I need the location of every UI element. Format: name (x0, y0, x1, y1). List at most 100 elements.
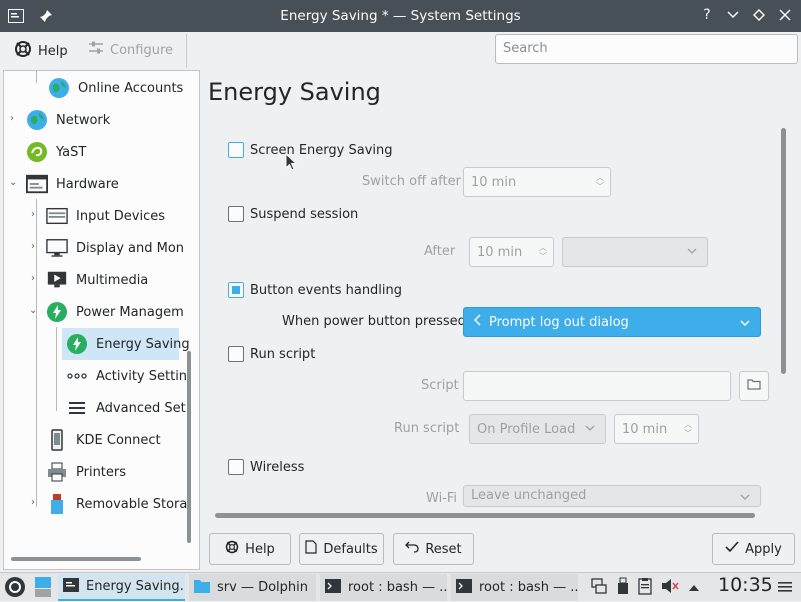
checkbox[interactable] (228, 282, 244, 298)
spin-arrows-icon[interactable]: ︿ ﹀ (539, 243, 547, 261)
checkbox-label: Wireless (250, 459, 305, 475)
after-spinbox[interactable]: 10 min ︿ ﹀ (469, 237, 554, 267)
chevron-right-icon[interactable]: › (31, 209, 35, 220)
lifebuoy-icon (225, 540, 239, 558)
sidebar-vertical-scrollbar[interactable] (187, 351, 191, 543)
suspend-session-checkbox[interactable]: Suspend session (228, 206, 358, 222)
reset-button[interactable]: Reset (393, 533, 474, 565)
sidebar-item-printers[interactable]: Printers (46, 456, 198, 488)
defaults-button[interactable]: Defaults (299, 533, 384, 565)
checkbox[interactable] (228, 142, 244, 158)
configure-button[interactable]: Configure (88, 40, 173, 60)
window-titlebar[interactable]: Energy Saving * — System Settings ? (0, 0, 801, 32)
sidebar-item-hardware[interactable]: Hardware (26, 168, 198, 200)
checkbox[interactable] (228, 206, 244, 222)
button-label: Help (245, 541, 275, 557)
checkbox-label: Run script (250, 346, 316, 362)
sidebar-item-network[interactable]: Network (26, 104, 198, 136)
wireless-checkbox[interactable]: Wireless (228, 459, 304, 475)
dots-icon (66, 365, 88, 387)
task-dolphin[interactable]: srv — Dolphin (189, 574, 316, 601)
sidebar-item-removable-storage[interactable]: Removable Stora (46, 488, 198, 520)
power-button-label: When power button pressed (282, 314, 466, 329)
minimize-icon[interactable] (723, 5, 743, 25)
combo-value: Prompt log out dialog (489, 314, 629, 330)
search-input[interactable]: Search (495, 34, 798, 64)
task-energy-saving[interactable]: Energy Saving... (58, 574, 185, 601)
chevron-down-icon (687, 246, 697, 257)
apply-button[interactable]: Apply (712, 533, 795, 565)
task-bash-2[interactable]: root : bash — ... (451, 574, 578, 601)
folder-icon (747, 378, 761, 394)
volume-muted-icon[interactable] (661, 577, 679, 599)
run-script-checkbox[interactable]: Run script (228, 346, 315, 362)
sidebar-item-multimedia[interactable]: Multimedia (46, 264, 198, 296)
help-button[interactable]: Help (14, 40, 68, 62)
help-icon[interactable]: ? (697, 5, 717, 25)
sidebar-item-label: YaST (56, 144, 87, 160)
spin-arrows-icon[interactable]: ︿ ﹀ (684, 420, 692, 438)
chevron-right-icon[interactable]: › (31, 497, 35, 508)
clock[interactable]: 10:35 (718, 574, 773, 596)
multimedia-icon (46, 269, 68, 291)
spin-arrows-icon[interactable]: ︿ ﹀ (596, 173, 604, 191)
chevron-right-icon[interactable]: › (31, 273, 35, 284)
sidebar-horizontal-scrollbar[interactable] (11, 557, 141, 561)
content-vertical-scrollbar[interactable] (781, 128, 786, 374)
maximize-icon[interactable] (749, 5, 769, 25)
suspend-type-combo[interactable] (562, 237, 708, 267)
wifi-label: Wi-Fi (426, 491, 458, 506)
tree-line (56, 327, 57, 411)
usb-icon (46, 493, 68, 515)
sidebar-item-label: Advanced Set (96, 400, 186, 416)
clipboard-icon[interactable] (638, 577, 652, 599)
button-events-checkbox[interactable]: Button events handling (228, 282, 402, 298)
sidebar-item-online-accounts[interactable]: Online Accounts (48, 72, 198, 104)
sidebar-item-display[interactable]: Display and Mon (46, 232, 198, 264)
hamburger-menu-icon[interactable] (778, 581, 792, 597)
sidebar-item-power-management[interactable]: Power Managem (46, 296, 198, 328)
spinbox-value: 10 min (622, 421, 668, 437)
desktop-pager-icon[interactable] (33, 576, 53, 602)
sidebar-item-yast[interactable]: YaST (26, 136, 198, 168)
phone-icon (46, 429, 68, 451)
tree-line (36, 71, 37, 83)
app-launcher-icon[interactable] (4, 576, 26, 602)
checkbox[interactable] (228, 346, 244, 362)
browse-script-button[interactable] (739, 371, 769, 401)
tray-expand-icon[interactable] (688, 581, 700, 596)
chevron-down-icon[interactable]: ⌄ (9, 177, 17, 188)
chevron-down-icon[interactable]: ⌄ (29, 305, 37, 316)
sidebar-item-input-devices[interactable]: Input Devices (46, 200, 198, 232)
script-path-input[interactable] (463, 371, 731, 401)
chevron-right-icon[interactable]: › (10, 113, 14, 124)
sidebar-item-advanced-settings[interactable]: Advanced Set (66, 392, 198, 424)
menu-icon (66, 397, 88, 419)
chevron-right-icon[interactable]: › (31, 241, 35, 252)
terminal-icon (455, 578, 473, 598)
network-icon[interactable] (590, 577, 608, 599)
checkbox-label: Button events handling (250, 282, 403, 298)
help-footer-button[interactable]: Help (209, 533, 291, 565)
checkmark-icon (725, 541, 739, 557)
sidebar-item-activity-settings[interactable]: Activity Settin (66, 360, 198, 392)
sidebar-item-label: Energy Saving (96, 336, 190, 352)
run-script-time-spinbox[interactable]: 10 min ︿ ﹀ (614, 414, 699, 444)
terminal-icon (324, 578, 342, 598)
task-bash-1[interactable]: root : bash — ... (320, 574, 447, 601)
close-icon[interactable] (775, 5, 795, 25)
content-horizontal-scrollbar[interactable] (215, 513, 755, 518)
combo-value: On Profile Load (477, 421, 576, 437)
switch-off-after-spinbox[interactable]: 10 min ︿ ﹀ (463, 167, 611, 197)
run-script-when-combo[interactable]: On Profile Load (469, 414, 606, 444)
sidebar-item-kde-connect[interactable]: KDE Connect (46, 424, 198, 456)
screen-energy-saving-checkbox[interactable]: Screen Energy Saving (228, 142, 393, 158)
mouse-cursor-icon (285, 152, 298, 175)
sidebar-item-energy-saving[interactable]: Energy Saving (62, 328, 190, 360)
document-icon (305, 540, 317, 558)
wifi-combo[interactable]: Leave unchanged (463, 485, 761, 507)
power-button-action-combo[interactable]: Prompt log out dialog (463, 307, 761, 337)
usb-drive-icon[interactable] (617, 577, 629, 599)
sidebar-item-label: Hardware (56, 176, 119, 192)
checkbox[interactable] (228, 459, 244, 475)
